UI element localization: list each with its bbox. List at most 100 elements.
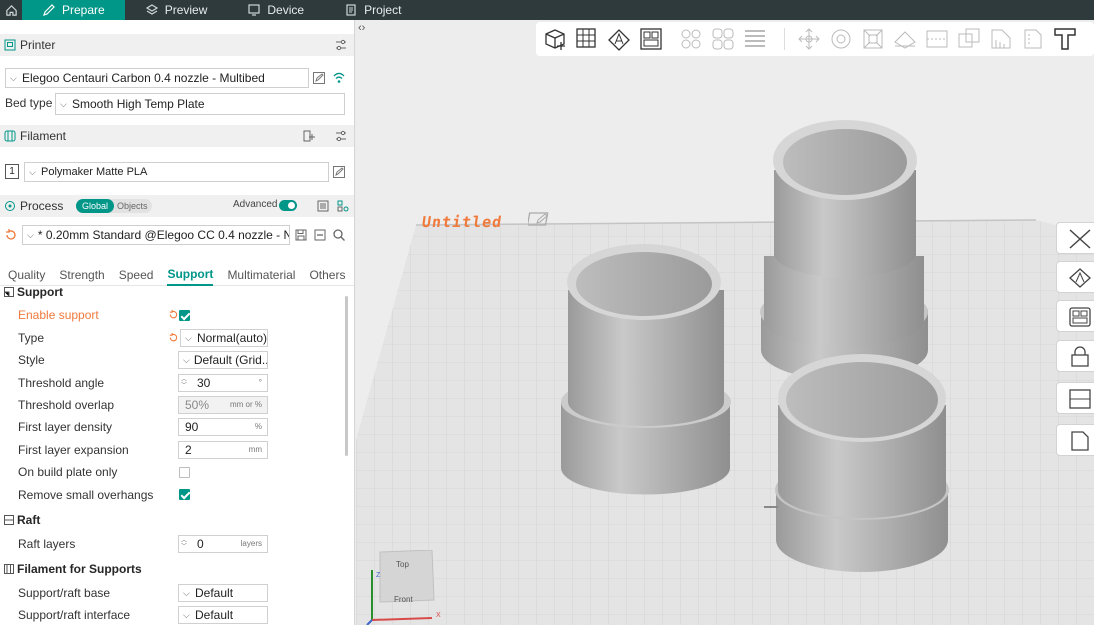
cylinder-object-1 (561, 244, 731, 495)
filament-supports-icon (4, 564, 14, 574)
toggle-objects[interactable]: Objects (114, 199, 151, 213)
reset-icon[interactable] (168, 332, 179, 343)
first-layer-density-value: 90 (185, 420, 199, 434)
process-preset-select[interactable]: ⌵ * 0.20mm Standard @Elegoo CC 0.4 nozzl… (22, 225, 290, 245)
list-icon[interactable] (317, 200, 329, 212)
arrange-plate-button[interactable] (1056, 300, 1094, 332)
toggle-global[interactable]: Global (76, 199, 115, 213)
advanced-label: Advanced (233, 199, 278, 210)
settings-panel: Printer ⌵ Elegoo Centauri Carbon 0.4 noz… (0, 20, 355, 625)
first-layer-density-label: First layer density (18, 420, 113, 434)
on-build-plate-only-checkbox[interactable] (179, 467, 190, 478)
spinner-icon[interactable]: ︿ ﹀ (181, 377, 187, 389)
plate-settings-icon (1069, 389, 1091, 409)
add-plate-icon[interactable] (574, 26, 600, 52)
threshold-angle-unit: ° (258, 378, 262, 387)
tab-device[interactable]: Device (227, 0, 324, 20)
wifi-icon[interactable] (332, 71, 346, 85)
threshold-angle-label: Threshold angle (18, 376, 105, 390)
global-objects-toggle[interactable]: Global Objects (76, 199, 152, 213)
on-build-plate-only-label: On build plate only (18, 465, 118, 479)
orient-plate-button[interactable] (1056, 261, 1094, 293)
top-bar: Prepare Preview Device Project (0, 0, 1094, 20)
remove-small-overhangs-label: Remove small overhangs (18, 488, 154, 502)
raft-group-icon (4, 515, 14, 525)
printer-section-header[interactable]: Printer (0, 34, 354, 56)
support-raft-base-select[interactable]: ⌵ Default (178, 584, 268, 602)
remove-small-overhangs-checkbox[interactable] (179, 489, 190, 500)
printer-section-label: Printer (20, 38, 56, 52)
chevron-down-icon: ⌵ (183, 355, 190, 365)
close-icon (1069, 229, 1091, 249)
mesh-boolean-icon (958, 28, 980, 48)
first-layer-expansion-input[interactable]: 2 mm (178, 441, 268, 459)
chevron-down-icon: ⌵ (183, 588, 190, 598)
search-icon[interactable] (332, 228, 346, 242)
delete-preset-icon[interactable] (313, 228, 327, 242)
edit-icon[interactable] (312, 71, 326, 85)
tab-preview-label: Preview (164, 3, 208, 17)
object-settings-icon[interactable] (337, 200, 349, 212)
add-filament-icon[interactable] (303, 130, 315, 142)
chevron-down-icon: ⌵ (60, 99, 67, 109)
support-raft-interface-select[interactable]: ⌵ Default (178, 606, 268, 624)
style-label: Style (18, 353, 45, 367)
type-value: Normal(auto) (196, 331, 267, 345)
view-cube[interactable]: Top Front Z X (362, 549, 452, 625)
view-cube-front[interactable]: Front (394, 595, 413, 604)
printer-name: Elegoo Centauri Carbon 0.4 nozzle - Mult… (22, 71, 265, 85)
chevron-down-icon: ⌵ (10, 73, 17, 83)
text-tool-icon[interactable] (1052, 26, 1078, 52)
type-select[interactable]: ⌵ Normal(auto) (180, 329, 268, 347)
lay-on-face-icon (894, 31, 916, 49)
document-icon (346, 4, 356, 16)
slice-plate-button[interactable] (1056, 424, 1094, 456)
delete-plate-button[interactable] (1056, 222, 1094, 254)
filament-section-header[interactable]: Filament (0, 125, 354, 147)
view-cube-top[interactable]: Top (396, 560, 409, 569)
first-layer-density-unit: % (254, 422, 262, 431)
raft-layers-input[interactable]: ︿ ﹀ 0 layers (178, 535, 268, 553)
advanced-toggle[interactable] (279, 200, 297, 211)
plate-settings-button[interactable] (1056, 382, 1094, 414)
reset-icon[interactable] (4, 228, 18, 242)
arrange-icon[interactable] (638, 26, 664, 52)
printer-select[interactable]: ⌵ Elegoo Centauri Carbon 0.4 nozzle - Mu… (5, 68, 309, 88)
support-raft-interface-value: Default (195, 608, 234, 622)
slice-icon (1071, 431, 1089, 451)
chevron-down-icon: ⌵ (183, 610, 190, 620)
spinner-icon[interactable]: ︿ ﹀ (181, 538, 187, 550)
tab-project[interactable]: Project (324, 0, 421, 20)
settings-sliders-icon[interactable] (335, 130, 347, 142)
bed-type-select[interactable]: ⌵ Smooth High Temp Plate (55, 93, 345, 115)
3d-viewport[interactable]: ‹› Untitled Top Front Z X (356, 20, 1094, 625)
lock-plate-button[interactable] (1056, 340, 1094, 372)
add-object-icon[interactable] (542, 26, 568, 52)
first-layer-density-input[interactable]: 90 % (178, 418, 268, 436)
threshold-angle-input[interactable]: ︿ ﹀ 30 ° (178, 374, 268, 392)
tab-preview[interactable]: Preview (125, 0, 228, 20)
auto-orient-icon[interactable] (606, 26, 632, 52)
filament-slot-number[interactable]: 1 (5, 164, 19, 179)
enable-support-checkbox[interactable] (179, 310, 190, 321)
raft-group-label: Raft (17, 513, 41, 527)
support-raft-base-value: Default (195, 586, 234, 600)
edit-icon[interactable] (332, 165, 346, 179)
save-icon[interactable] (294, 228, 308, 242)
home-icon[interactable] (0, 0, 22, 20)
edit-plate-name-icon[interactable] (528, 211, 552, 227)
filament-select[interactable]: ⌵ Polymaker Matte PLA (24, 162, 329, 182)
reset-icon[interactable] (168, 309, 179, 320)
build-plate (356, 120, 1094, 625)
style-select[interactable]: ⌵ Default (Grid... (178, 351, 268, 369)
seam-painting-icon (1024, 29, 1042, 49)
collapse-sidebar-icon[interactable]: ‹› (358, 22, 374, 40)
monitor-icon (248, 4, 260, 16)
settings-scrollbar[interactable] (345, 296, 348, 456)
axis-z-label: Z (376, 572, 381, 579)
scale-icon (863, 29, 883, 49)
move-icon (798, 28, 820, 50)
tab-prepare[interactable]: Prepare (22, 0, 125, 20)
settings-sliders-icon[interactable] (335, 39, 347, 51)
process-section-header: Process Global Objects Advanced (0, 195, 354, 217)
